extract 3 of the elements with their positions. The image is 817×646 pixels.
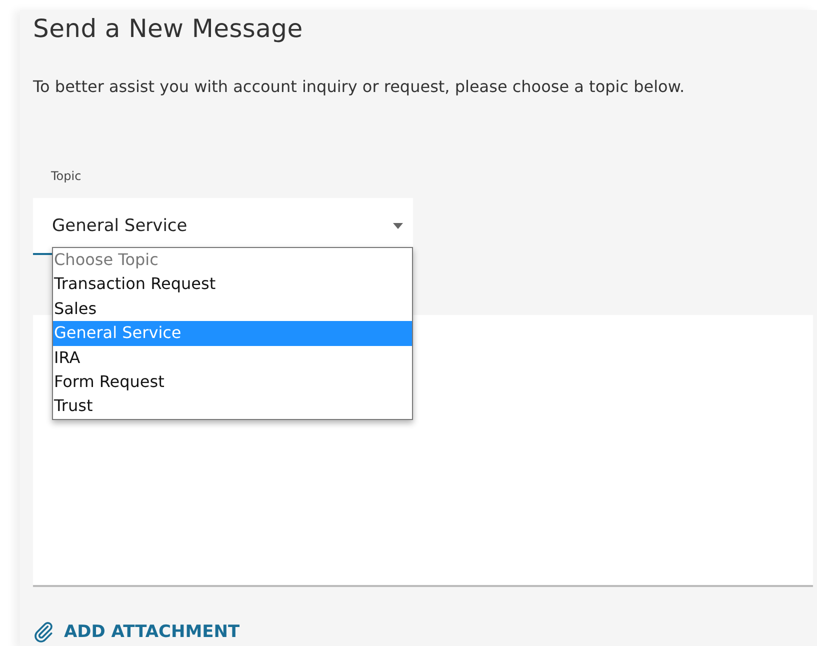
field-label: Topic: [51, 169, 82, 183]
page-title: Send a New Message: [33, 13, 304, 43]
intro-text: To better assist you with account inquiry or request, please choose a topic below.: [33, 77, 686, 96]
